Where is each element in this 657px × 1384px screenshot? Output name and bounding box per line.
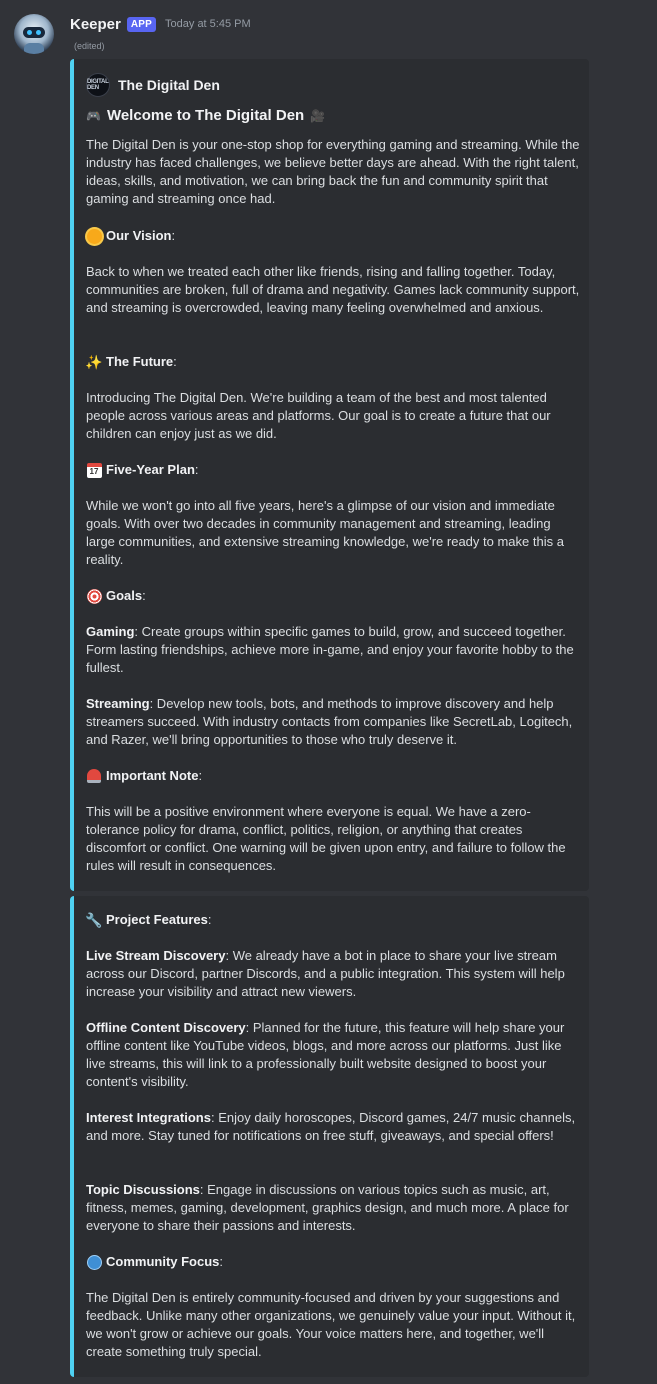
embed-welcome: DIGITAL DEN The Digital Den 🎮 Welcome to…	[70, 59, 589, 891]
siren-icon	[86, 768, 102, 784]
note-heading: Important Note:	[86, 767, 202, 785]
interest-feature: Interest Integrations: Enjoy daily horos…	[86, 1109, 581, 1145]
embed-title-row: 🎮 Welcome to The Digital Den 🎥	[86, 107, 325, 124]
live-label: Live Stream Discovery	[86, 948, 226, 963]
note-text: This will be a positive environment wher…	[86, 804, 566, 873]
gaming-label: Gaming	[86, 624, 135, 639]
offline-feature: Offline Content Discovery: Planned for t…	[86, 1019, 581, 1091]
embed-features: 🔧 Project Features: Live Stream Discover…	[70, 896, 589, 1377]
streaming-text: : Develop new tools, bots, and methods t…	[86, 696, 573, 747]
username[interactable]: Keeper	[70, 16, 121, 33]
timestamp[interactable]: Today at 5:45 PM	[165, 18, 251, 30]
vision-heading: Our Vision:	[86, 227, 175, 245]
community-heading: Community Focus:	[86, 1253, 223, 1271]
topic-feature: Topic Discussions: Engage in discussions…	[86, 1181, 581, 1235]
calendar-number: 17	[86, 462, 102, 478]
gaming-goal: Gaming: Create groups within specific ga…	[86, 623, 581, 677]
sun-icon	[86, 228, 102, 244]
colon: :	[198, 768, 203, 783]
calendar-icon: 17	[86, 462, 102, 478]
future-text: Introducing The Digital Den. We're build…	[86, 390, 551, 441]
goals-heading: Goals:	[86, 587, 146, 605]
topic-label: Topic Discussions	[86, 1182, 200, 1197]
plan-heading-label: Five-Year Plan	[106, 462, 195, 477]
goals-heading-label: Goals	[106, 588, 143, 603]
plan-text: While we won't go into all five years, h…	[86, 498, 564, 567]
colon: :	[173, 354, 177, 369]
wrench-icon: 🔧	[85, 912, 103, 928]
future-heading-label: The Future	[106, 354, 174, 369]
avatar-eye-left	[27, 30, 32, 35]
message-header: Keeper APP Today at 5:45 PM	[70, 14, 251, 34]
live-feature: Live Stream Discovery: We already have a…	[86, 947, 581, 1001]
colon: :	[171, 228, 176, 243]
edited-label: (edited)	[74, 41, 105, 51]
gaming-text: : Create groups within specific games to…	[86, 624, 574, 675]
author-icon-text: DIGITAL DEN	[87, 79, 109, 91]
vision-heading-label: Our Vision	[106, 228, 172, 243]
interest-label: Interest Integrations	[86, 1110, 211, 1125]
sparkles-icon: ✨	[85, 354, 103, 370]
community-heading-label: Community Focus	[106, 1254, 220, 1269]
plan-heading: 17 Five-Year Plan:	[86, 461, 199, 479]
colon: :	[219, 1254, 224, 1269]
app-badge: APP	[126, 16, 157, 32]
future-heading: ✨ The Future:	[85, 353, 177, 371]
embed-author: DIGITAL DEN The Digital Den	[86, 73, 220, 97]
author-icon: DIGITAL DEN	[86, 73, 110, 97]
target-icon	[86, 588, 102, 604]
avatar-eye-right	[36, 30, 41, 35]
streaming-goal: Streaming: Develop new tools, bots, and …	[86, 695, 581, 749]
avatar-body	[24, 43, 44, 54]
colon: :	[194, 462, 199, 477]
intro-text: The Digital Den is your one-stop shop fo…	[86, 137, 580, 206]
colon: :	[207, 912, 212, 927]
globe-icon	[86, 1254, 102, 1270]
streaming-label: Streaming	[86, 696, 150, 711]
vision-text: Back to when we treated each other like …	[86, 264, 580, 315]
note-heading-label: Important Note	[106, 768, 199, 783]
film-icon: 🎥	[310, 108, 326, 123]
gamepad-icon: 🎮	[86, 108, 101, 123]
embed-title: Welcome to The Digital Den	[106, 107, 305, 124]
community-text: The Digital Den is entirely community-fo…	[86, 1290, 576, 1359]
features-heading-label: Project Features	[106, 912, 208, 927]
bot-avatar[interactable]	[14, 14, 54, 54]
features-heading: 🔧 Project Features:	[85, 911, 212, 929]
author-name: The Digital Den	[118, 77, 220, 93]
offline-label: Offline Content Discovery	[86, 1020, 246, 1035]
colon: :	[142, 588, 146, 603]
